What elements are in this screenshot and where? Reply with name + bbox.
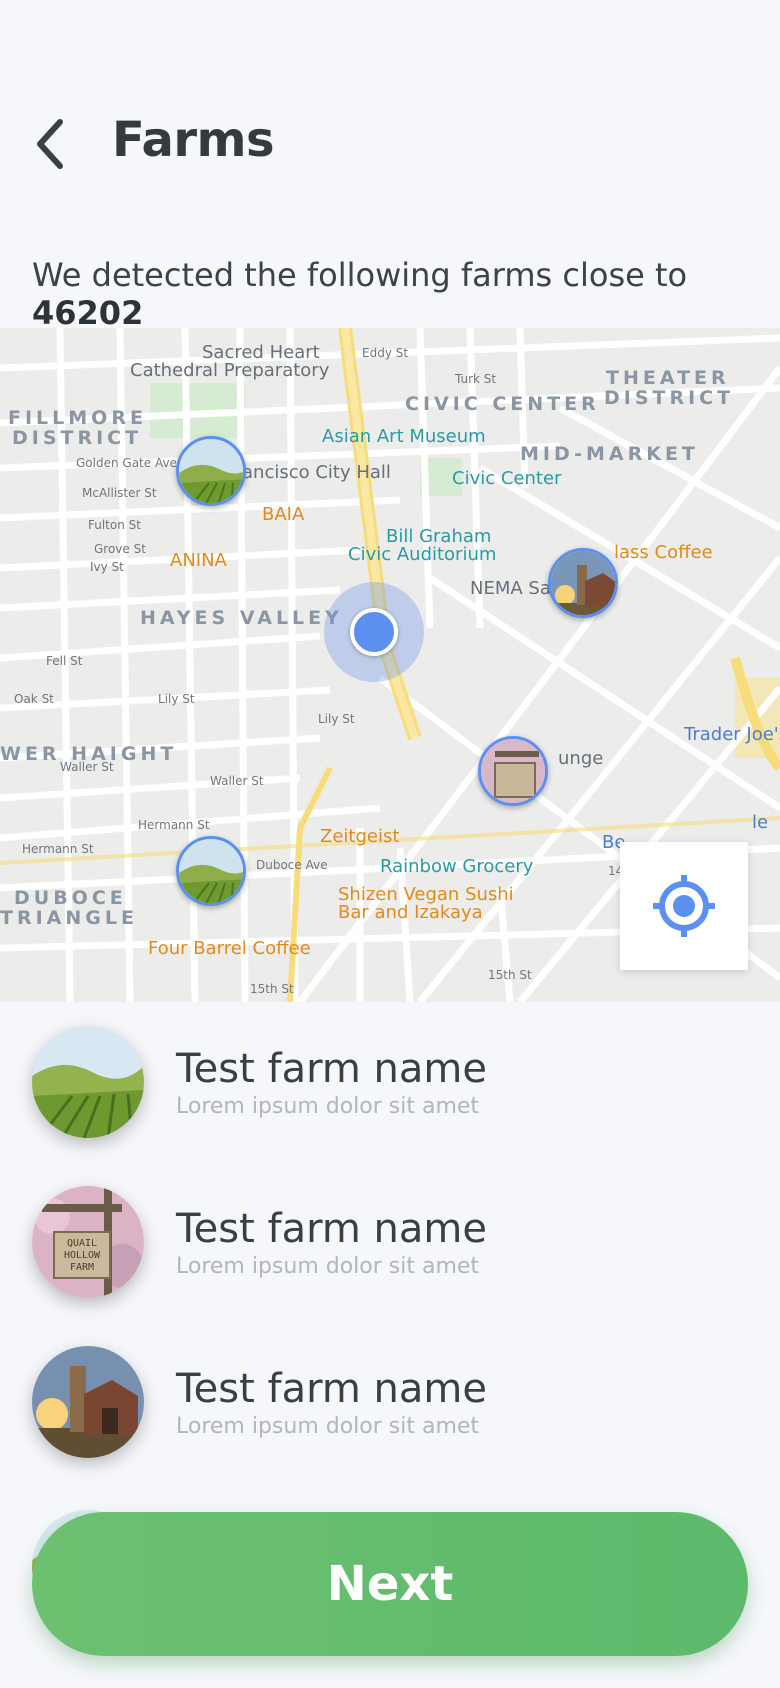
sign-text: QUAIL: [67, 1238, 97, 1249]
farm-description: Lorem ipsum dolor sit amet: [176, 1094, 480, 1119]
street-label: Hermann St: [138, 818, 210, 832]
district-label: DISTRICT: [604, 387, 735, 409]
back-button[interactable]: [30, 112, 80, 172]
street-label: Waller St: [210, 774, 264, 788]
district-label: CIVIC CENTER: [405, 393, 600, 415]
farm-name: Test farm name: [176, 1046, 487, 1092]
quail-hollow-sign-image: QUAIL HOLLOW FARM: [32, 1186, 144, 1298]
street-label: Turk St: [455, 372, 497, 386]
district-label: HAYES VALLEY: [140, 607, 343, 629]
crosshair-icon: [653, 875, 715, 937]
street-label: Oak St: [14, 692, 54, 706]
poi-label: Four Barrel Coffee: [148, 938, 311, 959]
street-label: Eddy St: [362, 346, 409, 360]
zip-code: 46202: [32, 294, 144, 332]
street-label: Duboce Ave: [256, 858, 328, 872]
farm-pin-vineyard-2[interactable]: [176, 836, 246, 906]
farm-list-item[interactable]: Test farm name Lorem ipsum dolor sit ame…: [0, 1322, 780, 1462]
farm-list-item[interactable]: Test farm name Lorem ipsum dolor sit ame…: [0, 1002, 780, 1142]
district-label: DISTRICT: [12, 427, 143, 449]
farm-list-item[interactable]: QUAIL HOLLOW FARM Test farm name Lorem i…: [0, 1162, 780, 1302]
chevron-left-icon: [37, 119, 63, 169]
farm-thumbnail: [32, 1346, 144, 1458]
street-label: Fulton St: [88, 518, 141, 532]
locate-me-button[interactable]: [620, 842, 748, 970]
sign-text: FARM: [70, 1262, 94, 1273]
sign-text: HOLLOW: [64, 1250, 101, 1261]
poi-label: Civic Center: [452, 468, 562, 489]
district-label: MID-MARKET: [520, 443, 699, 465]
street-label: Waller St: [60, 760, 114, 774]
district-label: DUBOCE: [14, 887, 127, 909]
district-label: THEATER: [606, 367, 730, 389]
street-label: Ivy St: [90, 560, 124, 574]
street-label: Lily St: [158, 692, 195, 706]
user-location-dot: [350, 608, 398, 656]
page-title: Farms: [112, 112, 275, 168]
poi-label: Asian Art Museum: [322, 426, 486, 447]
poi-label: ANINA: [170, 550, 227, 571]
street-label: Fell St: [46, 654, 83, 668]
poi-label: Rainbow Grocery: [380, 856, 534, 877]
farm-thumbnail: [32, 1026, 144, 1138]
farm-description: Lorem ipsum dolor sit amet: [176, 1254, 480, 1279]
farm-pin-quail-hollow[interactable]: [478, 736, 548, 806]
street-label: Hermann St: [22, 842, 94, 856]
vineyard-image: [32, 1026, 144, 1138]
location-subtitle: We detected the following farms close to…: [32, 256, 780, 332]
district-label: FILLMORE: [8, 407, 147, 429]
street-label: Grove St: [94, 542, 146, 556]
street-label: Lily St: [318, 712, 355, 726]
poi-label: Civic Auditorium: [348, 544, 497, 565]
poi-label: Trader Joe's: [684, 724, 780, 745]
poi-label: le: [752, 812, 769, 833]
poi-label: ancisco City Hall: [242, 462, 391, 483]
poi-label: Bar and Izakaya: [338, 902, 483, 923]
district-label: TRIANGLE: [0, 907, 138, 929]
poi-label: BAIA: [262, 504, 305, 525]
street-label: 15th St: [250, 982, 294, 996]
farm-name: Test farm name: [176, 1206, 487, 1252]
subtitle-text: We detected the following farms close to: [32, 256, 688, 294]
header: Farms We detected the following farms cl…: [0, 0, 780, 332]
next-button[interactable]: Next: [32, 1512, 748, 1656]
barn-image: [32, 1346, 144, 1458]
farm-name: Test farm name: [176, 1366, 487, 1412]
poi-label: Cathedral Preparatory: [130, 360, 330, 381]
farm-pin-barn[interactable]: [548, 548, 618, 618]
street-label: 15th St: [488, 968, 532, 982]
farm-pin-vineyard[interactable]: [176, 436, 246, 506]
poi-label: Zeitgeist: [320, 826, 400, 847]
farm-description: Lorem ipsum dolor sit amet: [176, 1414, 480, 1439]
farm-thumbnail: QUAIL HOLLOW FARM: [32, 1186, 144, 1298]
street-label: McAllister St: [82, 486, 157, 500]
poi-label: lass Coffee: [614, 542, 713, 563]
poi-label: unge: [558, 748, 604, 769]
street-label: Golden Gate Ave: [76, 456, 177, 470]
